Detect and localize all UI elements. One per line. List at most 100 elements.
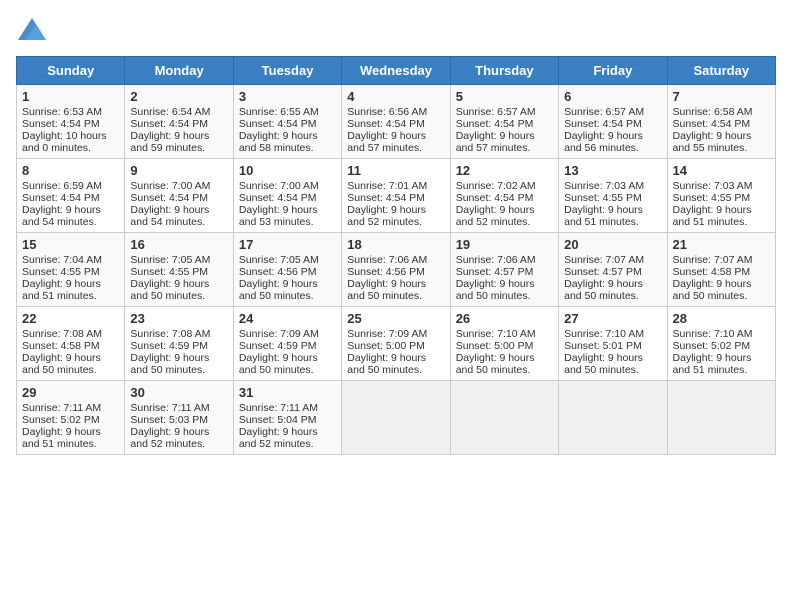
day-number: 29	[22, 385, 119, 400]
weekday-header-friday: Friday	[559, 57, 667, 85]
cell-info-line: and 50 minutes.	[347, 290, 444, 302]
weekday-header-wednesday: Wednesday	[342, 57, 450, 85]
day-number: 9	[130, 163, 227, 178]
cell-info-line: Sunrise: 7:03 AM	[673, 180, 770, 192]
cell-info-line: Daylight: 9 hours	[456, 204, 553, 216]
day-number: 16	[130, 237, 227, 252]
cell-info-line: and 54 minutes.	[130, 216, 227, 228]
cell-info-line: Daylight: 9 hours	[130, 130, 227, 142]
calendar-week-2: 8Sunrise: 6:59 AMSunset: 4:54 PMDaylight…	[17, 159, 776, 233]
cell-info-line: Daylight: 9 hours	[564, 278, 661, 290]
calendar-body: 1Sunrise: 6:53 AMSunset: 4:54 PMDaylight…	[17, 85, 776, 455]
cell-info-line: Sunrise: 7:06 AM	[456, 254, 553, 266]
cell-info-line: and 57 minutes.	[456, 142, 553, 154]
cell-info-line: and 52 minutes.	[130, 438, 227, 450]
cell-info-line: and 51 minutes.	[22, 438, 119, 450]
calendar-week-5: 29Sunrise: 7:11 AMSunset: 5:02 PMDayligh…	[17, 381, 776, 455]
day-number: 23	[130, 311, 227, 326]
cell-info-line: and 50 minutes.	[564, 364, 661, 376]
calendar-cell: 17Sunrise: 7:05 AMSunset: 4:56 PMDayligh…	[233, 233, 341, 307]
cell-info-line: Sunset: 5:04 PM	[239, 414, 336, 426]
calendar-cell	[559, 381, 667, 455]
calendar-cell	[342, 381, 450, 455]
day-number: 18	[347, 237, 444, 252]
cell-info-line: Sunrise: 7:06 AM	[347, 254, 444, 266]
cell-info-line: and 51 minutes.	[673, 216, 770, 228]
cell-info-line: and 50 minutes.	[22, 364, 119, 376]
calendar-cell: 28Sunrise: 7:10 AMSunset: 5:02 PMDayligh…	[667, 307, 775, 381]
day-number: 30	[130, 385, 227, 400]
cell-info-line: Daylight: 9 hours	[239, 426, 336, 438]
cell-info-line: Sunset: 4:54 PM	[22, 118, 119, 130]
day-number: 11	[347, 163, 444, 178]
cell-info-line: Sunset: 4:54 PM	[130, 192, 227, 204]
cell-info-line: Sunset: 4:54 PM	[347, 192, 444, 204]
calendar-week-1: 1Sunrise: 6:53 AMSunset: 4:54 PMDaylight…	[17, 85, 776, 159]
calendar-cell: 14Sunrise: 7:03 AMSunset: 4:55 PMDayligh…	[667, 159, 775, 233]
cell-info-line: and 52 minutes.	[239, 438, 336, 450]
cell-info-line: Daylight: 9 hours	[673, 352, 770, 364]
cell-info-line: Sunrise: 7:02 AM	[456, 180, 553, 192]
cell-info-line: Sunset: 4:54 PM	[456, 192, 553, 204]
calendar-cell: 29Sunrise: 7:11 AMSunset: 5:02 PMDayligh…	[17, 381, 125, 455]
calendar-cell: 3Sunrise: 6:55 AMSunset: 4:54 PMDaylight…	[233, 85, 341, 159]
cell-info-line: Daylight: 9 hours	[22, 352, 119, 364]
cell-info-line: Sunset: 4:58 PM	[22, 340, 119, 352]
cell-info-line: Daylight: 9 hours	[347, 130, 444, 142]
cell-info-line: and 50 minutes.	[456, 364, 553, 376]
day-number: 20	[564, 237, 661, 252]
calendar-cell: 2Sunrise: 6:54 AMSunset: 4:54 PMDaylight…	[125, 85, 233, 159]
cell-info-line: Sunrise: 7:07 AM	[564, 254, 661, 266]
weekday-header-row: SundayMondayTuesdayWednesdayThursdayFrid…	[17, 57, 776, 85]
cell-info-line: Sunset: 4:57 PM	[456, 266, 553, 278]
cell-info-line: and 57 minutes.	[347, 142, 444, 154]
calendar-cell: 18 Sunrise: 7:06 AMSunset: 4:56 PMDayligh…	[342, 233, 450, 307]
weekday-header-sunday: Sunday	[17, 57, 125, 85]
cell-info-line: Daylight: 9 hours	[456, 352, 553, 364]
cell-info-line: Sunset: 4:54 PM	[22, 192, 119, 204]
calendar-cell: 9Sunrise: 7:00 AMSunset: 4:54 PMDaylight…	[125, 159, 233, 233]
cell-info-line: Sunset: 5:00 PM	[347, 340, 444, 352]
cell-info-line: Sunrise: 6:54 AM	[130, 106, 227, 118]
cell-info-line: Sunrise: 7:09 AM	[239, 328, 336, 340]
cell-info-line: Daylight: 9 hours	[347, 278, 444, 290]
cell-info-line: Sunset: 4:59 PM	[130, 340, 227, 352]
cell-info-line: Daylight: 9 hours	[239, 204, 336, 216]
cell-info-line: Daylight: 9 hours	[130, 204, 227, 216]
cell-info-line: Daylight: 9 hours	[239, 278, 336, 290]
cell-info-line: Sunset: 4:55 PM	[22, 266, 119, 278]
day-number: 4	[347, 89, 444, 104]
calendar-cell: 22Sunrise: 7:08 AMSunset: 4:58 PMDayligh…	[17, 307, 125, 381]
cell-info-line: Sunrise: 7:10 AM	[673, 328, 770, 340]
cell-info-line: and 53 minutes.	[239, 216, 336, 228]
calendar-cell: 26Sunrise: 7:10 AMSunset: 5:00 PMDayligh…	[450, 307, 558, 381]
day-number: 22	[22, 311, 119, 326]
cell-info-line: Daylight: 9 hours	[347, 204, 444, 216]
calendar-cell: 13Sunrise: 7:03 AMSunset: 4:55 PMDayligh…	[559, 159, 667, 233]
weekday-header-saturday: Saturday	[667, 57, 775, 85]
cell-info-line: and 56 minutes.	[564, 142, 661, 154]
cell-info-line: Sunrise: 6:57 AM	[564, 106, 661, 118]
calendar-table: SundayMondayTuesdayWednesdayThursdayFrid…	[16, 56, 776, 455]
cell-info-line: Sunset: 4:55 PM	[130, 266, 227, 278]
cell-info-line: Sunset: 4:56 PM	[347, 266, 444, 278]
calendar-cell: 25Sunrise: 7:09 AMSunset: 5:00 PMDayligh…	[342, 307, 450, 381]
cell-info-line: Sunrise: 7:10 AM	[564, 328, 661, 340]
day-number: 13	[564, 163, 661, 178]
calendar-cell: 19 Sunrise: 7:06 AMSunset: 4:57 PMDayligh…	[450, 233, 558, 307]
cell-info-line: Daylight: 9 hours	[564, 352, 661, 364]
cell-info-line: Sunset: 4:54 PM	[673, 118, 770, 130]
cell-info-line: and 52 minutes.	[347, 216, 444, 228]
cell-info-line: Sunrise: 6:53 AM	[22, 106, 119, 118]
cell-info-line: Daylight: 9 hours	[456, 278, 553, 290]
day-number: 2	[130, 89, 227, 104]
cell-info-line: Sunset: 4:59 PM	[239, 340, 336, 352]
cell-info-line: Sunrise: 6:59 AM	[22, 180, 119, 192]
calendar-cell	[667, 381, 775, 455]
cell-info-line: Sunset: 4:54 PM	[239, 118, 336, 130]
calendar-cell: 12Sunrise: 7:02 AMSunset: 4:54 PMDayligh…	[450, 159, 558, 233]
day-number: 19	[456, 237, 553, 252]
day-number: 5	[456, 89, 553, 104]
cell-info-line: Sunrise: 7:09 AM	[347, 328, 444, 340]
cell-info-line: and 50 minutes.	[347, 364, 444, 376]
